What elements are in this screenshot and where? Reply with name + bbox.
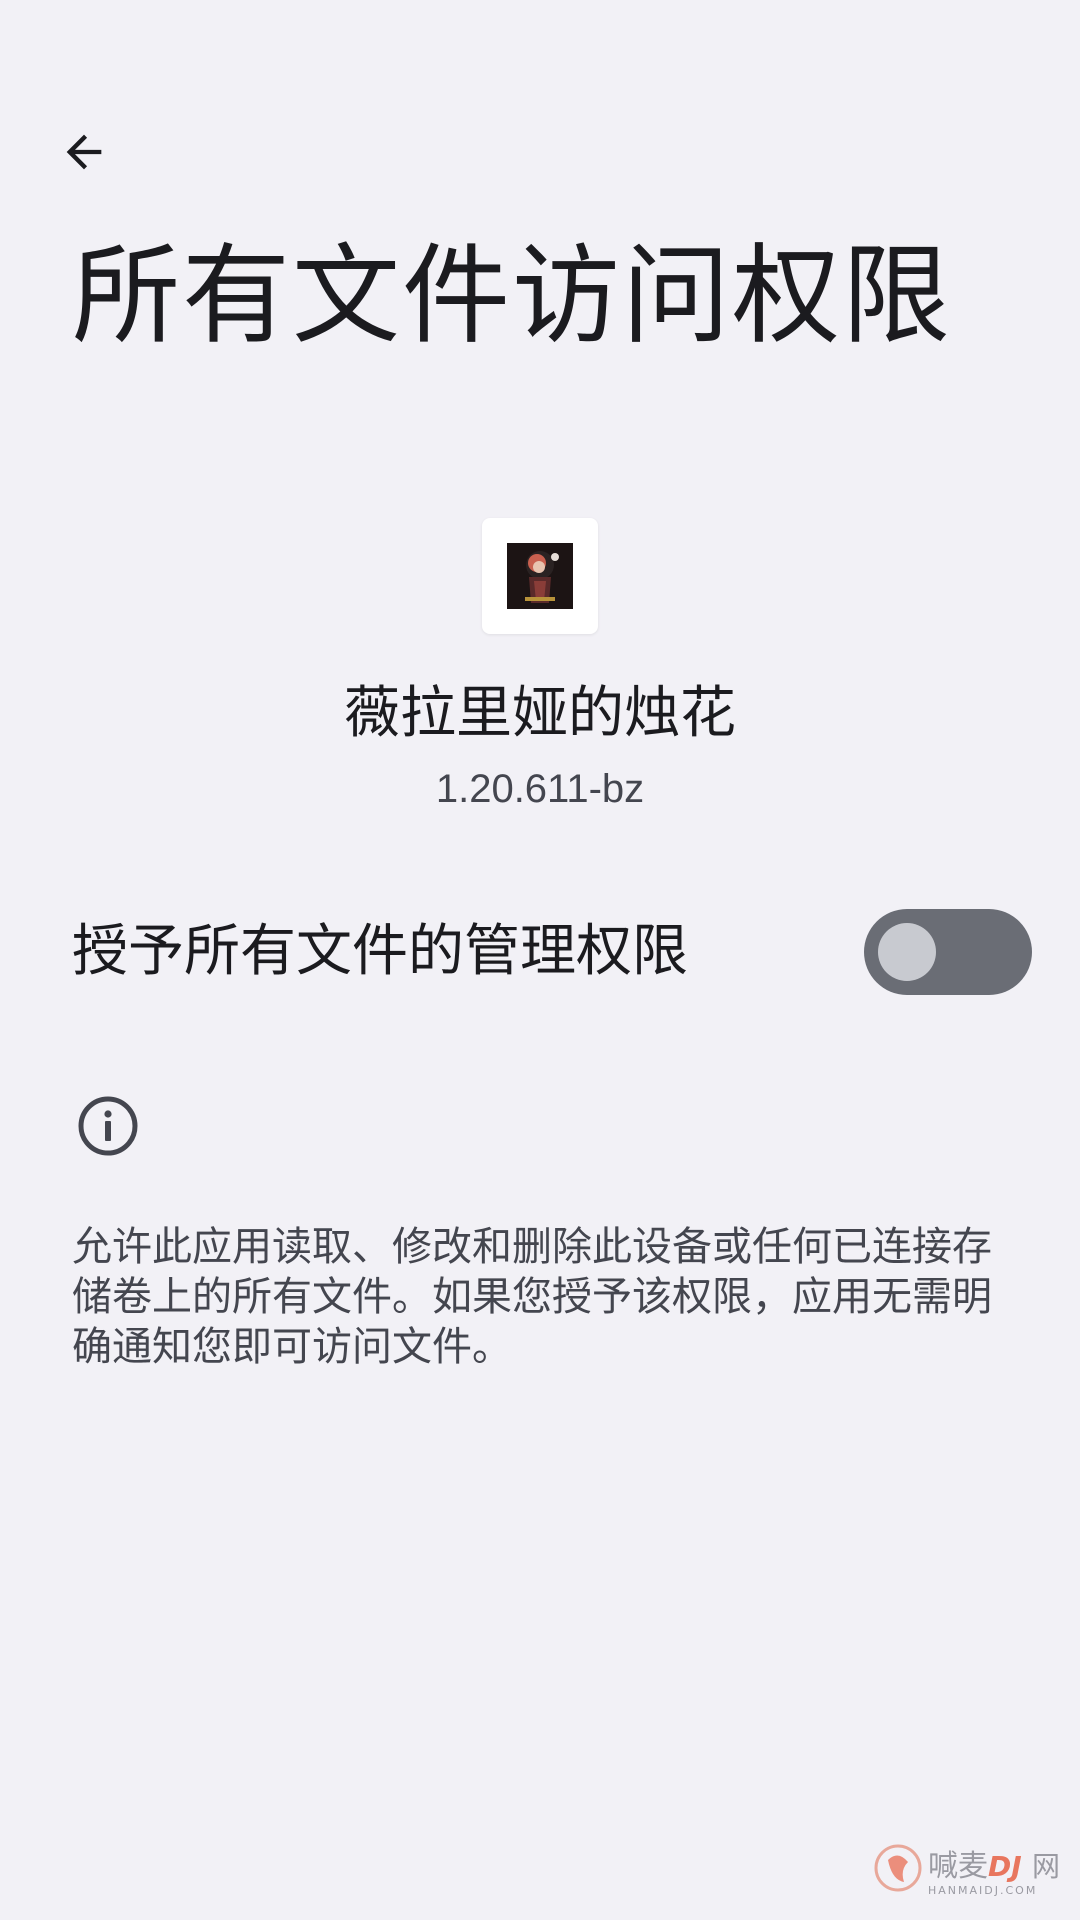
page-title: 所有文件访问权限: [72, 234, 953, 359]
svg-text:网: 网: [1032, 1850, 1060, 1883]
permission-screen: 所有文件访问权限 薇拉里娅的烛花 1.20.611-bz 授予所有文件的管理权限…: [0, 0, 1080, 1920]
watermark-subtext: HANMAIDJ.COM: [928, 1884, 1037, 1897]
watermark-text: 喊麦: [928, 1849, 988, 1884]
app-name: 薇拉里娅的烛花: [344, 681, 736, 746]
toggle-thumb: [878, 923, 936, 981]
app-icon: [482, 518, 598, 634]
svg-text:DJ: DJ: [988, 1850, 1022, 1883]
app-icon-image: [507, 543, 573, 609]
all-files-permission-row[interactable]: 授予所有文件的管理权限: [72, 896, 1032, 1008]
arrow-back-icon: [66, 134, 102, 170]
info-icon: [78, 1096, 138, 1156]
permission-description: 允许此应用读取、修改和删除此设备或任何已连接存储卷上的所有文件。如果您授予该权限…: [72, 1224, 992, 1370]
watermark-logo: 喊麦 DJ 网 HANMAIDJ.COM: [874, 1844, 1060, 1897]
app-version: 1.20.611-bz: [435, 767, 645, 811]
permission-label: 授予所有文件的管理权限: [72, 919, 688, 984]
permission-toggle[interactable]: [864, 909, 1032, 995]
back-button[interactable]: [44, 112, 124, 192]
